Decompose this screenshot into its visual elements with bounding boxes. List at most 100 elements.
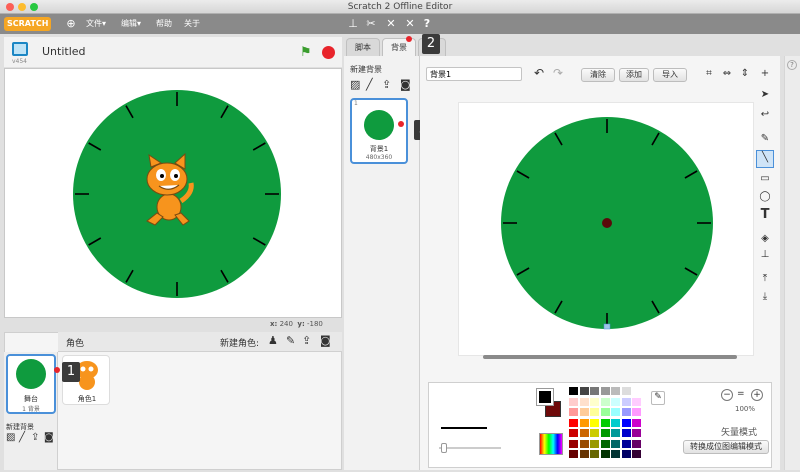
palette-swatch[interactable]	[579, 418, 589, 427]
paint-sprite-icon[interactable]: ✎	[286, 334, 295, 347]
palette-swatch[interactable]	[579, 408, 589, 416]
menu-edit[interactable]: 编辑▾	[121, 14, 141, 34]
canvas-horizontal-scrollbar[interactable]	[483, 355, 737, 359]
palette-swatch[interactable]	[632, 429, 641, 437]
color-spectrum-picker[interactable]	[539, 433, 563, 455]
palette-swatch[interactable]	[590, 450, 599, 458]
back-layer-icon[interactable]: ⤓	[758, 290, 772, 304]
flip-horizontal-icon[interactable]: ⇔	[720, 67, 734, 81]
palette-swatch[interactable]	[569, 418, 578, 427]
zoom-in-icon[interactable]: +	[751, 389, 763, 401]
palette-swatch[interactable]	[600, 429, 610, 437]
palette-swatch[interactable]	[569, 450, 578, 458]
camera-sprite-icon[interactable]: ◙	[320, 334, 331, 347]
palette-swatch[interactable]	[621, 429, 631, 437]
palette-swatch[interactable]	[632, 397, 641, 406]
rectangle-icon[interactable]: ▭	[758, 172, 772, 186]
green-flag-icon[interactable]: ⚑	[300, 45, 312, 60]
upload-backdrop-icon[interactable]: ⇪	[382, 78, 391, 91]
paint-new-backdrop-icon[interactable]: ╱	[366, 78, 373, 91]
palette-swatch[interactable]	[590, 387, 599, 395]
palette-swatch[interactable]	[621, 439, 631, 448]
convert-to-bitmap-button[interactable]: 转换成位图编辑模式	[683, 440, 769, 454]
ellipse-icon[interactable]: ◯	[758, 190, 772, 204]
camera-backdrop-icon[interactable]: ◙	[44, 432, 54, 443]
zoom-out-icon[interactable]: −	[721, 389, 733, 401]
set-costume-center-icon[interactable]: +	[758, 67, 772, 81]
grow-icon[interactable]: ✕	[384, 17, 398, 31]
palette-swatch[interactable]	[621, 397, 631, 406]
redo-icon[interactable]: ↷	[553, 66, 563, 80]
upload-backdrop-icon[interactable]: ⇪	[31, 432, 39, 443]
line-width-slider[interactable]	[439, 447, 501, 449]
project-title[interactable]: Untitled	[42, 45, 86, 58]
scratch-logo[interactable]: SCRATCH	[4, 17, 52, 31]
stage-canvas[interactable]	[4, 68, 342, 318]
sprite-library-icon[interactable]: ♟	[268, 334, 278, 347]
zoom-reset-icon[interactable]: =	[737, 389, 745, 399]
import-button[interactable]: 导入	[653, 68, 687, 82]
palette-swatch[interactable]	[600, 387, 610, 395]
palette-swatch[interactable]	[632, 439, 641, 448]
palette-swatch[interactable]	[590, 397, 599, 406]
close-window-button[interactable]	[6, 3, 14, 11]
palette-swatch[interactable]	[590, 429, 599, 437]
palette-swatch[interactable]	[621, 408, 631, 416]
reshape-icon[interactable]: ↩	[758, 108, 772, 122]
palette-swatch[interactable]	[569, 397, 578, 406]
palette-swatch[interactable]	[600, 450, 610, 458]
palette-swatch[interactable]	[579, 429, 589, 437]
stop-icon[interactable]	[322, 46, 335, 59]
zoom-window-button[interactable]	[30, 3, 38, 11]
delete-scissors-icon[interactable]: ✂	[364, 17, 378, 31]
help-icon[interactable]: ?	[787, 60, 797, 70]
shrink-icon[interactable]: ✕	[403, 17, 417, 31]
tab-scripts[interactable]: 脚本	[346, 38, 380, 56]
palette-swatch[interactable]	[569, 387, 578, 395]
palette-swatch[interactable]	[590, 439, 599, 448]
palette-swatch[interactable]	[632, 408, 641, 416]
palette-swatch[interactable]	[611, 450, 620, 458]
palette-swatch[interactable]	[621, 387, 631, 395]
right-scrollbar[interactable]: ?	[784, 56, 800, 470]
stamp-icon[interactable]: ⊥	[758, 248, 772, 262]
menu-file[interactable]: 文件▾	[86, 14, 106, 34]
add-button[interactable]: 添加	[619, 68, 649, 82]
backdrop-library-icon[interactable]: ▨	[350, 78, 360, 91]
minimize-window-button[interactable]	[18, 3, 26, 11]
camera-backdrop-icon[interactable]: ◙	[400, 78, 411, 91]
palette-swatch[interactable]	[632, 387, 641, 395]
paint-backdrop-icon[interactable]: ╱	[19, 432, 25, 443]
color-fill-icon[interactable]: ◈	[758, 232, 772, 246]
color-palette[interactable]	[569, 387, 649, 463]
palette-swatch[interactable]	[590, 408, 599, 416]
palette-swatch[interactable]	[600, 408, 610, 416]
flip-vertical-icon[interactable]: ⇕	[738, 67, 752, 81]
backdrop-tile-1[interactable]: 1 背景1 480x360	[350, 98, 408, 164]
palette-swatch[interactable]	[611, 397, 620, 406]
line-width-slider-handle[interactable]	[441, 443, 447, 453]
palette-swatch[interactable]	[569, 408, 578, 416]
palette-swatch[interactable]	[611, 429, 620, 437]
palette-swatch[interactable]	[569, 429, 578, 437]
palette-swatch[interactable]	[600, 397, 610, 406]
line-tool-icon[interactable]: ╲	[756, 150, 774, 168]
menu-help[interactable]: 帮助	[156, 14, 172, 34]
eyedropper-icon[interactable]: ✎	[651, 391, 665, 405]
palette-swatch[interactable]	[611, 418, 620, 427]
palette-swatch[interactable]	[579, 450, 589, 458]
palette-swatch[interactable]	[632, 418, 641, 427]
crop-icon[interactable]: ⌗	[702, 67, 716, 81]
palette-swatch[interactable]	[600, 418, 610, 427]
text-tool-icon[interactable]: T	[758, 208, 772, 222]
duplicate-stamp-icon[interactable]: ⊥	[346, 17, 360, 31]
palette-swatch[interactable]	[579, 387, 589, 395]
menu-about[interactable]: 关于	[184, 14, 200, 34]
palette-swatch[interactable]	[579, 397, 589, 406]
palette-swatch[interactable]	[569, 439, 578, 448]
help-block-icon[interactable]: ?	[420, 17, 434, 31]
palette-swatch[interactable]	[632, 450, 641, 458]
language-globe-icon[interactable]: ⊕	[64, 17, 78, 31]
backdrop-library-icon[interactable]: ▨	[6, 432, 15, 443]
palette-swatch[interactable]	[611, 439, 620, 448]
